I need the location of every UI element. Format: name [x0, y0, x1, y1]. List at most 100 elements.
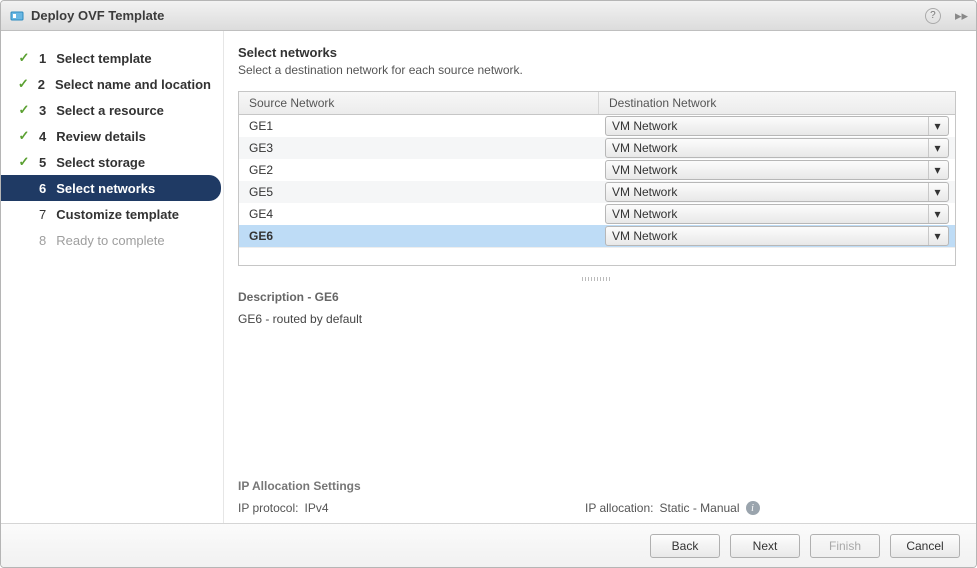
destination-network-cell: VM Network▾ [599, 159, 955, 181]
table-row[interactable]: GE6 VM Network▾ [239, 225, 955, 247]
dropdown-label: VM Network [612, 207, 928, 221]
ovf-icon [9, 8, 25, 24]
source-network-cell: GE2 [239, 163, 599, 177]
destination-network-dropdown[interactable]: VM Network▾ [605, 226, 949, 246]
dropdown-label: VM Network [612, 185, 928, 199]
destination-network-dropdown[interactable]: VM Network▾ [605, 116, 949, 136]
destination-network-cell: VM Network▾ [599, 115, 955, 137]
step-label: Customize template [56, 207, 179, 222]
destination-network-dropdown[interactable]: VM Network▾ [605, 204, 949, 224]
ip-allocation-value: Static - Manual [659, 501, 739, 515]
pin-icon[interactable]: ▸▸ [955, 8, 968, 24]
wizard-step-1[interactable]: ✓ 1 Select template [1, 45, 221, 71]
chevron-down-icon: ▾ [928, 161, 946, 179]
destination-network-dropdown[interactable]: VM Network▾ [605, 182, 949, 202]
wizard-step-5[interactable]: ✓ 5 Select storage [1, 149, 221, 175]
step-number: 7 [39, 207, 46, 222]
finish-button: Finish [810, 534, 880, 558]
description-title: Description - GE6 [238, 290, 956, 304]
dropdown-label: VM Network [612, 163, 928, 177]
chevron-down-icon: ▾ [928, 117, 946, 135]
destination-network-cell: VM Network▾ [599, 181, 955, 203]
check-icon: ✓ [17, 180, 31, 196]
ip-protocol-label: IP protocol: [238, 501, 298, 515]
step-number: 4 [39, 129, 46, 144]
step-number: 1 [39, 51, 46, 66]
table-row[interactable]: GE4 VM Network▾ [239, 203, 955, 225]
dropdown-label: VM Network [612, 119, 928, 133]
ip-allocation-settings: IP Allocation Settings IP protocol: IPv4… [238, 473, 956, 515]
table-header: Source Network Destination Network [239, 92, 955, 115]
check-icon: ✓ [17, 206, 31, 222]
ip-settings-title: IP Allocation Settings [238, 479, 956, 493]
source-network-cell: GE6 [239, 229, 599, 243]
step-number: 2 [38, 77, 45, 92]
source-network-cell: GE1 [239, 119, 599, 133]
table-filler [239, 247, 955, 265]
ip-allocation-label: IP allocation: [585, 501, 654, 515]
destination-network-cell: VM Network▾ [599, 225, 955, 247]
cancel-button[interactable]: Cancel [890, 534, 960, 558]
page-title: Select networks [238, 45, 956, 60]
network-mapping-table: Source Network Destination Network GE1 VM… [238, 91, 956, 266]
wizard-step-2[interactable]: ✓ 2 Select name and location [1, 71, 221, 97]
check-icon: ✓ [17, 232, 31, 248]
wizard-step-7[interactable]: ✓ 7 Customize template [1, 201, 221, 227]
table-row[interactable]: GE5 VM Network▾ [239, 181, 955, 203]
footer: Back Next Finish Cancel [1, 523, 976, 567]
help-icon[interactable]: ? [925, 8, 941, 24]
chevron-down-icon: ▾ [928, 183, 946, 201]
table-row[interactable]: GE3 VM Network▾ [239, 137, 955, 159]
source-network-cell: GE5 [239, 185, 599, 199]
check-icon: ✓ [17, 50, 31, 66]
back-button[interactable]: Back [650, 534, 720, 558]
column-destination[interactable]: Destination Network [599, 92, 955, 114]
wizard-steps: ✓ 1 Select template ✓ 2 Select name and locat… [1, 31, 224, 523]
titlebar: Deploy OVF Template ? ▸▸ [1, 1, 976, 31]
destination-network-cell: VM Network▾ [599, 203, 955, 225]
check-icon: ✓ [17, 154, 31, 170]
ip-protocol-value: IPv4 [304, 501, 328, 515]
column-source[interactable]: Source Network [239, 92, 599, 114]
step-label: Select template [56, 51, 151, 66]
check-icon: ✓ [17, 102, 31, 118]
dropdown-label: VM Network [612, 229, 928, 243]
content-pane: Select networks Select a destination net… [224, 31, 976, 523]
source-network-cell: GE4 [239, 207, 599, 221]
table-row[interactable]: GE1 VM Network▾ [239, 115, 955, 137]
step-label: Select a resource [56, 103, 164, 118]
wizard-step-8: ✓ 8 Ready to complete [1, 227, 221, 253]
wizard-step-6[interactable]: ✓ 6 Select networks [1, 175, 221, 201]
step-label: Review details [56, 129, 146, 144]
ip-protocol: IP protocol: IPv4 [238, 501, 329, 515]
chevron-down-icon: ▾ [928, 205, 946, 223]
step-number: 3 [39, 103, 46, 118]
wizard-step-4[interactable]: ✓ 4 Review details [1, 123, 221, 149]
destination-network-dropdown[interactable]: VM Network▾ [605, 138, 949, 158]
step-number: 8 [39, 233, 46, 248]
dropdown-label: VM Network [612, 141, 928, 155]
deploy-ovf-dialog: Deploy OVF Template ? ▸▸ ✓ 1 Select templa… [0, 0, 977, 568]
window-title: Deploy OVF Template [31, 8, 164, 23]
check-icon: ✓ [17, 76, 30, 92]
chevron-down-icon: ▾ [928, 227, 946, 245]
chevron-down-icon: ▾ [928, 139, 946, 157]
splitter[interactable] [238, 276, 956, 282]
step-label: Select networks [56, 181, 155, 196]
next-button[interactable]: Next [730, 534, 800, 558]
ip-allocation: IP allocation: Static - Manual i [585, 501, 760, 515]
step-label: Select name and location [55, 77, 211, 92]
step-number: 6 [39, 181, 46, 196]
step-label: Ready to complete [56, 233, 164, 248]
step-number: 5 [39, 155, 46, 170]
info-icon[interactable]: i [746, 501, 760, 515]
check-icon: ✓ [17, 128, 31, 144]
destination-network-cell: VM Network▾ [599, 137, 955, 159]
table-row[interactable]: GE2 VM Network▾ [239, 159, 955, 181]
destination-network-dropdown[interactable]: VM Network▾ [605, 160, 949, 180]
description-text: GE6 - routed by default [238, 312, 956, 326]
wizard-step-3[interactable]: ✓ 3 Select a resource [1, 97, 221, 123]
page-subtitle: Select a destination network for each so… [238, 63, 956, 77]
source-network-cell: GE3 [239, 141, 599, 155]
step-label: Select storage [56, 155, 145, 170]
